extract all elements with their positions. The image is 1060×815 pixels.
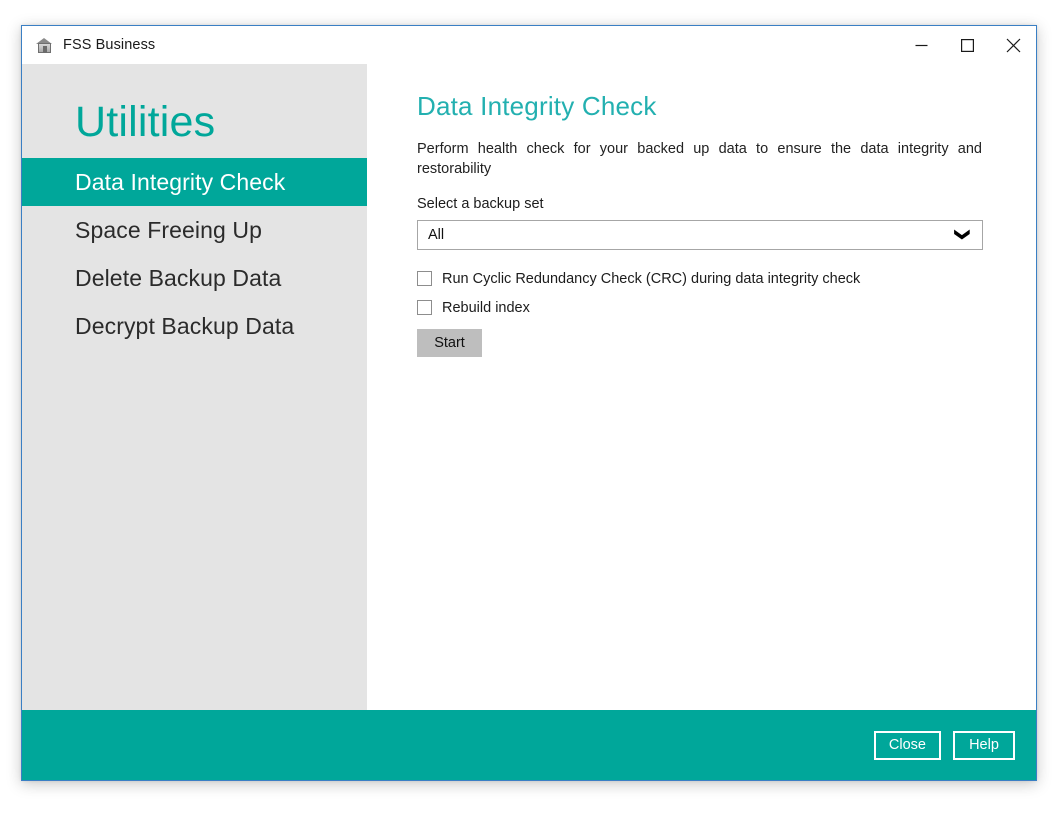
sidebar-item-space-freeing-up[interactable]: Space Freeing Up [22, 206, 367, 254]
page-description: Perform health check for your backed up … [417, 140, 982, 178]
chevron-down-icon: ❯ [954, 227, 972, 242]
option-crc-check-row[interactable]: Run Cyclic Redundancy Check (CRC) during… [417, 271, 997, 287]
option-rebuild-index-row[interactable]: Rebuild index [417, 300, 997, 316]
backup-set-label: Select a backup set [417, 195, 544, 212]
crc-checkbox[interactable] [417, 271, 432, 287]
window-title: FSS Business [63, 37, 156, 53]
sidebar-item-label: Decrypt Backup Data [75, 312, 295, 339]
desktop-background: FSS Business Utilities Data Integrity Ch… [0, 0, 1060, 815]
footer-bar: Close Help [22, 710, 1036, 780]
rebuild-index-checkbox[interactable] [417, 300, 432, 316]
title-bar: FSS Business [22, 26, 1036, 64]
sidebar-item-decrypt-backup-data[interactable]: Decrypt Backup Data [22, 302, 367, 350]
rebuild-index-checkbox-label: Rebuild index [442, 299, 530, 316]
application-window: FSS Business Utilities Data Integrity Ch… [21, 25, 1037, 781]
sidebar-item-data-integrity-check[interactable]: Data Integrity Check [22, 158, 367, 206]
sidebar-heading: Utilities [75, 98, 216, 146]
backup-set-dropdown[interactable]: All ❯ [417, 219, 983, 250]
sidebar-item-label: Delete Backup Data [75, 264, 282, 291]
start-button[interactable]: Start [417, 328, 482, 357]
main-content-panel: Data Integrity Check Perform health chec… [367, 64, 1036, 710]
sidebar-item-label: Data Integrity Check [75, 168, 286, 195]
sidebar-item-delete-backup-data[interactable]: Delete Backup Data [22, 254, 367, 302]
app-building-icon [36, 37, 53, 54]
close-icon[interactable] [990, 26, 1036, 64]
window-body: Utilities Data Integrity Check Space Fre… [22, 64, 1036, 710]
window-controls [898, 26, 1036, 64]
close-button[interactable]: Close [873, 730, 941, 760]
maximize-icon[interactable] [944, 26, 990, 64]
sidebar: Utilities Data Integrity Check Space Fre… [22, 64, 367, 710]
minimize-icon[interactable] [898, 26, 944, 64]
help-button[interactable]: Help [953, 730, 1015, 760]
backup-set-selected-value: All [428, 226, 445, 243]
page-title: Data Integrity Check [417, 91, 657, 121]
crc-checkbox-label: Run Cyclic Redundancy Check (CRC) during… [442, 270, 861, 287]
sidebar-item-label: Space Freeing Up [75, 216, 262, 243]
